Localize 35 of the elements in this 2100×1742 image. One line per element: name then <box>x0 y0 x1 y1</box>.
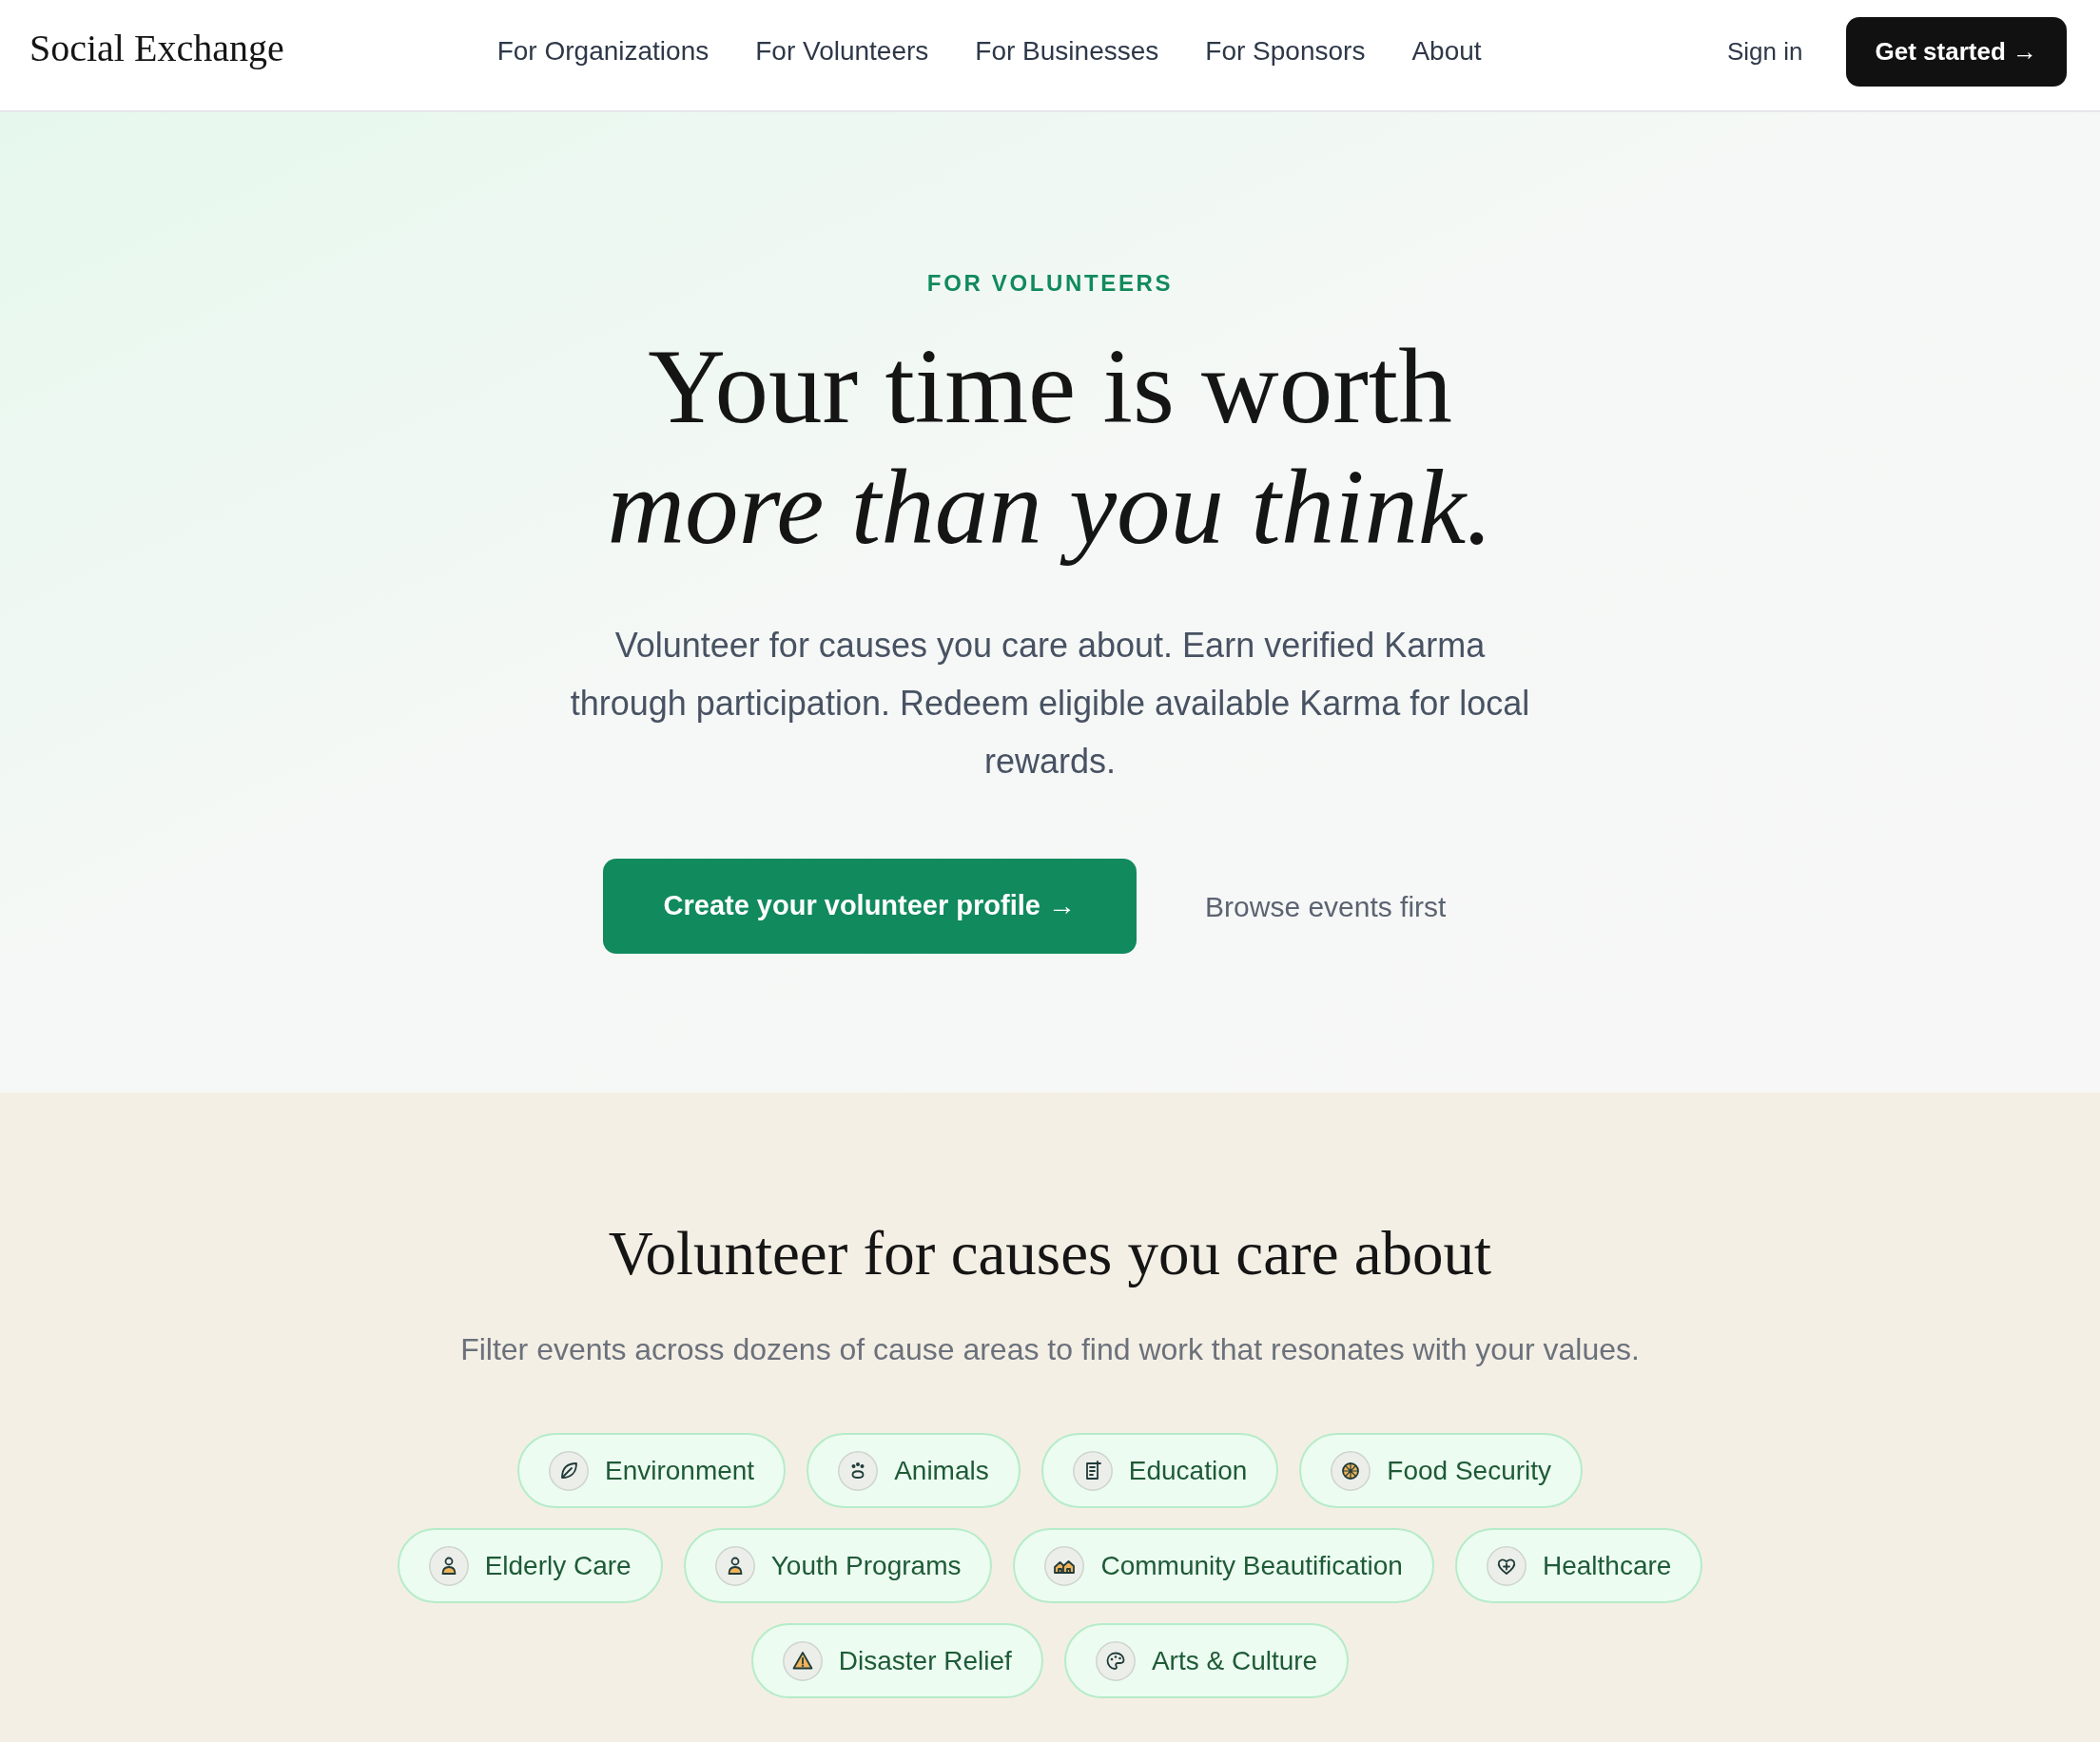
cause-filter-chip[interactable]: Community Beautification <box>1013 1528 1434 1603</box>
cause-filter-chip[interactable]: Disaster Relief <box>750 1623 1043 1698</box>
nav-link[interactable]: For Businesses <box>975 31 1159 71</box>
cause-filter-chip[interactable]: Youth Programs <box>683 1528 993 1603</box>
nav-link[interactable]: For Sponsors <box>1205 31 1366 71</box>
hero-description: Volunteer for causes you care about. Earn verified Karma through participation. Redeem eligible available Karma for local rewards. <box>569 625 1531 783</box>
paw-icon <box>838 1450 879 1491</box>
eyebrow-label: FOR VOLUNTEERS <box>926 269 1174 298</box>
cause-filter-chip[interactable]: Education <box>1040 1433 1279 1508</box>
warning-icon <box>782 1640 823 1681</box>
heart-plus-icon <box>1486 1545 1526 1586</box>
cause-filter-chip[interactable]: Environment <box>516 1433 787 1508</box>
create-profile-button[interactable]: Create your volunteer profile → <box>602 859 1138 954</box>
nav-link[interactable]: For Organizations <box>496 31 710 71</box>
section-title: Volunteer for causes you care about <box>608 1218 1492 1289</box>
document-icon <box>1072 1450 1113 1491</box>
houses-icon <box>1044 1545 1085 1586</box>
palette-icon <box>1095 1640 1136 1681</box>
cause-filter-chip[interactable]: Healthcare <box>1454 1528 1703 1603</box>
person-icon <box>714 1545 755 1586</box>
cause-filter-chip[interactable]: Animals <box>807 1433 1021 1508</box>
cause-filter-chip[interactable]: Arts & Culture <box>1063 1623 1350 1698</box>
person-icon <box>428 1545 469 1586</box>
hero-title: Your time is worth more than you think. <box>606 325 1494 567</box>
leaf-icon <box>548 1450 589 1491</box>
get-started-button[interactable]: Get started → <box>1845 16 2067 87</box>
section-subtitle: Filter events across dozens of cause areas to find work that resonates with your values. <box>460 1331 1640 1368</box>
nav-link[interactable]: For Volunteers <box>755 31 929 71</box>
site-logo[interactable]: Social Exchange <box>29 29 284 68</box>
sign-in-link[interactable]: Sign in <box>1727 32 1803 70</box>
nav-link[interactable]: About <box>1411 31 1482 71</box>
cause-filter-chip[interactable]: Elderly Care <box>397 1528 663 1603</box>
browse-events-link[interactable]: Browse events first <box>1205 884 1447 928</box>
fruit-slice-icon <box>1331 1450 1371 1491</box>
cause-filter-chip[interactable]: Food Security <box>1299 1433 1584 1508</box>
